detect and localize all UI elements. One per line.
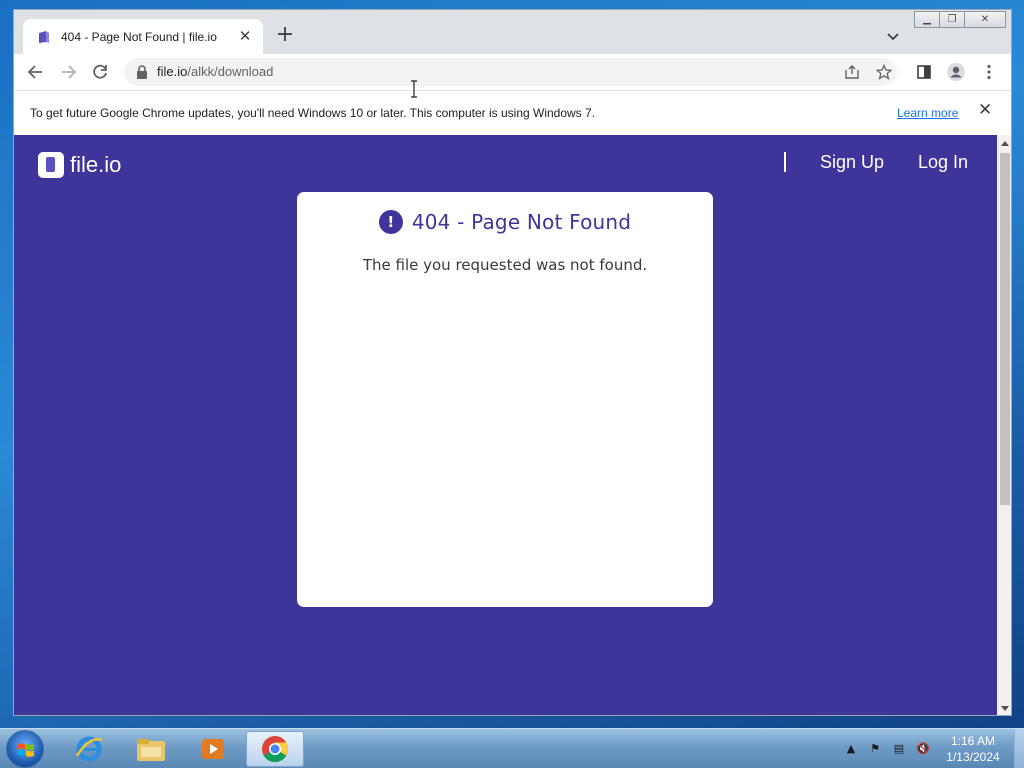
- error-header: ! 404 - Page Not Found: [297, 210, 713, 234]
- forward-arrow-icon[interactable]: [58, 62, 78, 82]
- chrome-window: 404 - Page Not Found | file.io ✕ + ▁ ❐ ✕: [13, 9, 1012, 716]
- error-title: 404 - Page Not Found: [411, 210, 632, 234]
- network-icon[interactable]: ▤: [890, 739, 908, 757]
- google-chrome-icon[interactable]: [246, 731, 304, 767]
- show-hidden-icons-icon[interactable]: ▲: [842, 739, 860, 757]
- clock-time: 1:16 AM: [950, 734, 996, 748]
- log-in-link[interactable]: Log In: [918, 152, 968, 173]
- nav-divider: [784, 152, 786, 172]
- tab-strip: 404 - Page Not Found | file.io ✕ + ▁ ❐ ✕: [14, 10, 1011, 54]
- infobar-message: To get future Google Chrome updates, you…: [30, 106, 596, 120]
- browser-toolbar: file.io/alkk/download: [14, 54, 1011, 90]
- menu-kebab-icon[interactable]: [979, 62, 999, 82]
- reload-icon[interactable]: [90, 62, 110, 82]
- file-explorer-icon[interactable]: [122, 731, 180, 767]
- scrollbar-thumb[interactable]: [1000, 153, 1010, 505]
- scroll-down-arrow-icon[interactable]: [1001, 706, 1009, 711]
- page-viewport: file.io Sign Up Log In ! 404 - Page Not …: [14, 135, 997, 715]
- infobar-close-icon[interactable]: ✕: [978, 102, 992, 119]
- lock-icon[interactable]: [136, 65, 148, 79]
- error-card: ! 404 - Page Not Found The file you requ…: [297, 192, 713, 607]
- page-scrollbar[interactable]: [997, 135, 1011, 715]
- windows-logo-icon: [18, 743, 34, 757]
- side-panel-icon[interactable]: [914, 62, 934, 82]
- scroll-up-arrow-icon[interactable]: [1001, 141, 1009, 146]
- text-cursor-icon: [411, 80, 417, 98]
- back-arrow-icon[interactable]: [26, 62, 46, 82]
- logo-text: file.io: [70, 152, 122, 177]
- share-icon[interactable]: [844, 64, 860, 80]
- volume-muted-icon[interactable]: 🔇: [914, 739, 932, 757]
- address-bar[interactable]: file.io/alkk/download: [124, 58, 897, 86]
- clock-date: 1/13/2024: [946, 750, 1000, 764]
- bookmark-star-icon[interactable]: [876, 64, 892, 80]
- tab-title: 404 - Page Not Found | file.io: [61, 29, 217, 44]
- error-message: The file you requested was not found.: [362, 256, 648, 274]
- learn-more-link[interactable]: Learn more: [897, 106, 958, 120]
- fileio-logo-icon: [38, 152, 64, 178]
- url-text[interactable]: file.io/alkk/download: [157, 64, 273, 79]
- window-controls: ▁ ❐ ✕: [914, 11, 1006, 28]
- restore-icon[interactable]: ❐: [939, 11, 965, 28]
- taskbar-clock[interactable]: 1:16 AM 1/13/2024: [938, 733, 1008, 765]
- site-logo[interactable]: file.io: [38, 152, 121, 178]
- minimize-icon[interactable]: ▁: [914, 11, 940, 28]
- update-infobar: To get future Google Chrome updates, you…: [14, 90, 1011, 135]
- windows-taskbar: ▲ ⚑ ▤ 🔇 1:16 AM 1/13/2024: [0, 728, 1024, 768]
- profile-avatar-icon[interactable]: [946, 62, 966, 82]
- start-button[interactable]: [6, 730, 44, 768]
- browser-tab[interactable]: 404 - Page Not Found | file.io ✕: [23, 19, 263, 54]
- tab-search-chevron-icon[interactable]: [884, 27, 902, 45]
- media-player-icon[interactable]: [184, 731, 242, 767]
- fileio-favicon-icon: [39, 30, 49, 43]
- sign-up-link[interactable]: Sign Up: [820, 152, 884, 173]
- action-center-flag-icon[interactable]: ⚑: [866, 739, 884, 757]
- tab-close-icon[interactable]: ✕: [237, 29, 253, 45]
- show-desktop-button[interactable]: [1014, 729, 1024, 768]
- internet-explorer-icon[interactable]: [60, 731, 118, 767]
- window-close-icon[interactable]: ✕: [964, 11, 1006, 28]
- system-tray: ▲ ⚑ ▤ 🔇: [842, 739, 938, 757]
- new-tab-plus-icon[interactable]: +: [274, 24, 296, 47]
- exclamation-circle-icon: !: [378, 210, 403, 234]
